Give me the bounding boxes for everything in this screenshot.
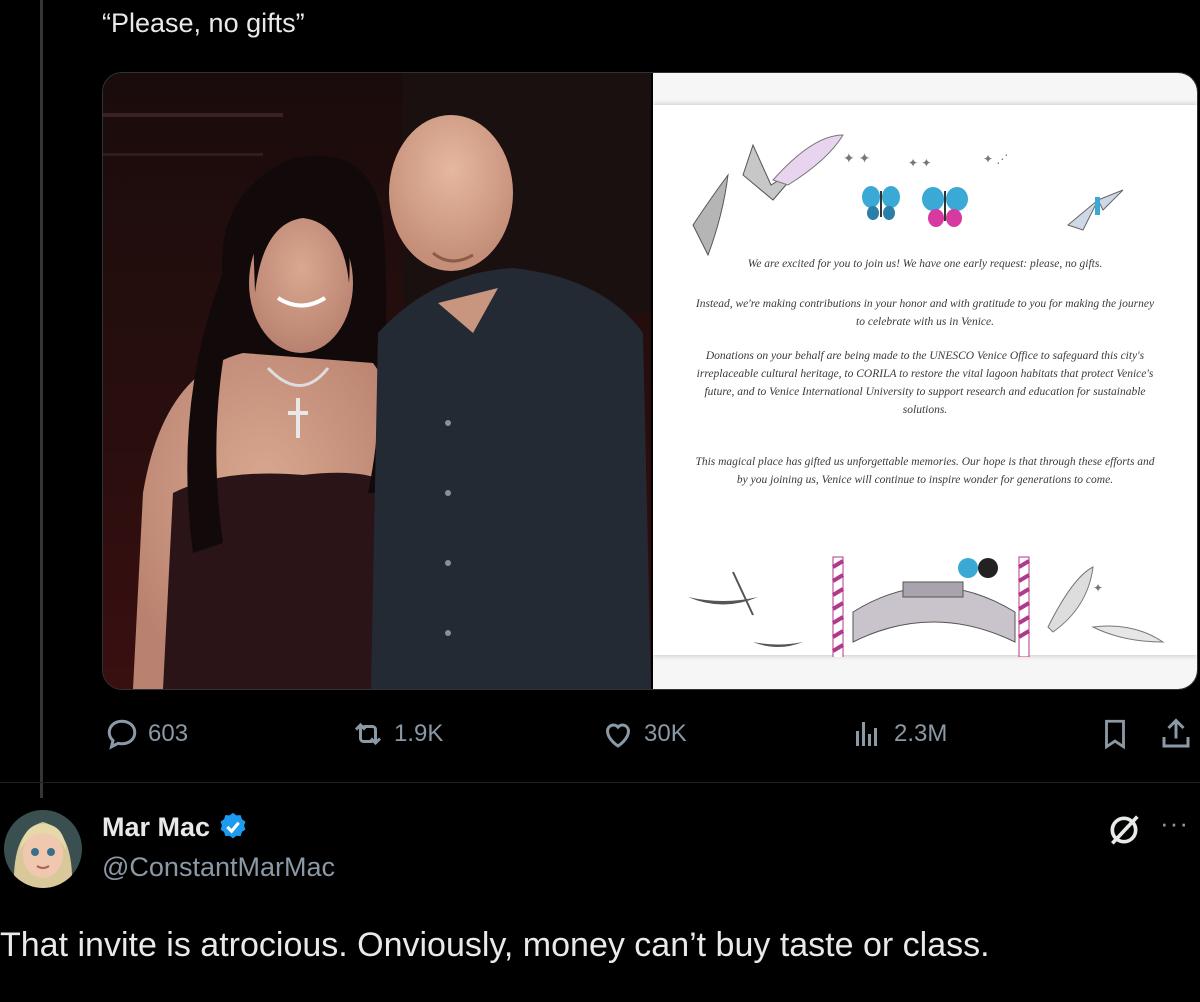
share-icon: [1162, 718, 1190, 748]
like-icon: [605, 723, 631, 748]
tweet-text: “Please, no gifts”: [102, 8, 305, 38]
venice-illustration: ✦: [688, 556, 1165, 657]
invitation-paragraph-1: We are excited for you to join us! We ha…: [747, 258, 1103, 270]
reply-text: That invite is atrocious. Onviously, mon…: [0, 926, 990, 964]
thread-line: [40, 0, 43, 798]
svg-text:✦: ✦: [1093, 581, 1103, 595]
svg-text:✦ ✦: ✦ ✦: [843, 150, 871, 166]
verified-badge-icon: [220, 812, 246, 839]
bookmark-icon: [1105, 719, 1125, 750]
tweet-action-bar: 603 1.9K 30K 2.3M: [0, 716, 1200, 760]
views-button[interactable]: 2.3M: [850, 716, 947, 752]
views-icon: [856, 722, 877, 746]
more-icon[interactable]: ···: [1160, 808, 1189, 839]
tweet-media[interactable]: ✦ ✦ ✦ ✦ ✦ ⋰ We are excited for you to jo…: [102, 72, 1198, 690]
reply-button[interactable]: 603: [104, 716, 188, 752]
grok-button[interactable]: [1104, 810, 1144, 855]
share-button[interactable]: [1158, 716, 1194, 752]
bookmark-button[interactable]: [1098, 716, 1132, 752]
couple-photo[interactable]: [103, 73, 651, 689]
like-button[interactable]: 30K: [600, 716, 687, 752]
invitation-paragraph-4: This magical place has gifted us unforge…: [695, 456, 1155, 486]
svg-text:✦ ✦: ✦ ✦: [908, 156, 931, 170]
grok-icon: [1110, 815, 1139, 845]
repost-icon: [354, 722, 382, 746]
reply-count: 603: [148, 720, 189, 747]
divider: [0, 782, 1200, 783]
handle[interactable]: @ConstantMarMac: [102, 852, 335, 883]
invitation-card: ✦ ✦ ✦ ✦ ✦ ⋰ We are excited for you to jo…: [653, 105, 1197, 657]
invitation-paragraph-2: Instead, we're making contributions in y…: [695, 298, 1155, 328]
display-name[interactable]: Mar Mac: [102, 812, 210, 843]
invitation-paragraph-3: Donations on your behalf are being made …: [696, 350, 1154, 416]
bird-butterfly-illustration: ✦ ✦ ✦ ✦ ✦ ⋰: [692, 134, 1124, 257]
avatar[interactable]: [4, 810, 82, 888]
repost-button[interactable]: 1.9K: [350, 716, 443, 752]
like-count: 30K: [644, 720, 687, 747]
svg-text:✦ ⋰: ✦ ⋰: [983, 152, 1008, 166]
reply-author[interactable]: Mar Mac: [102, 810, 250, 844]
invitation-image[interactable]: ✦ ✦ ✦ ✦ ✦ ⋰ We are excited for you to jo…: [653, 73, 1197, 689]
views-count: 2.3M: [894, 720, 948, 747]
repost-count: 1.9K: [394, 720, 444, 747]
reply-icon: [107, 719, 137, 750]
